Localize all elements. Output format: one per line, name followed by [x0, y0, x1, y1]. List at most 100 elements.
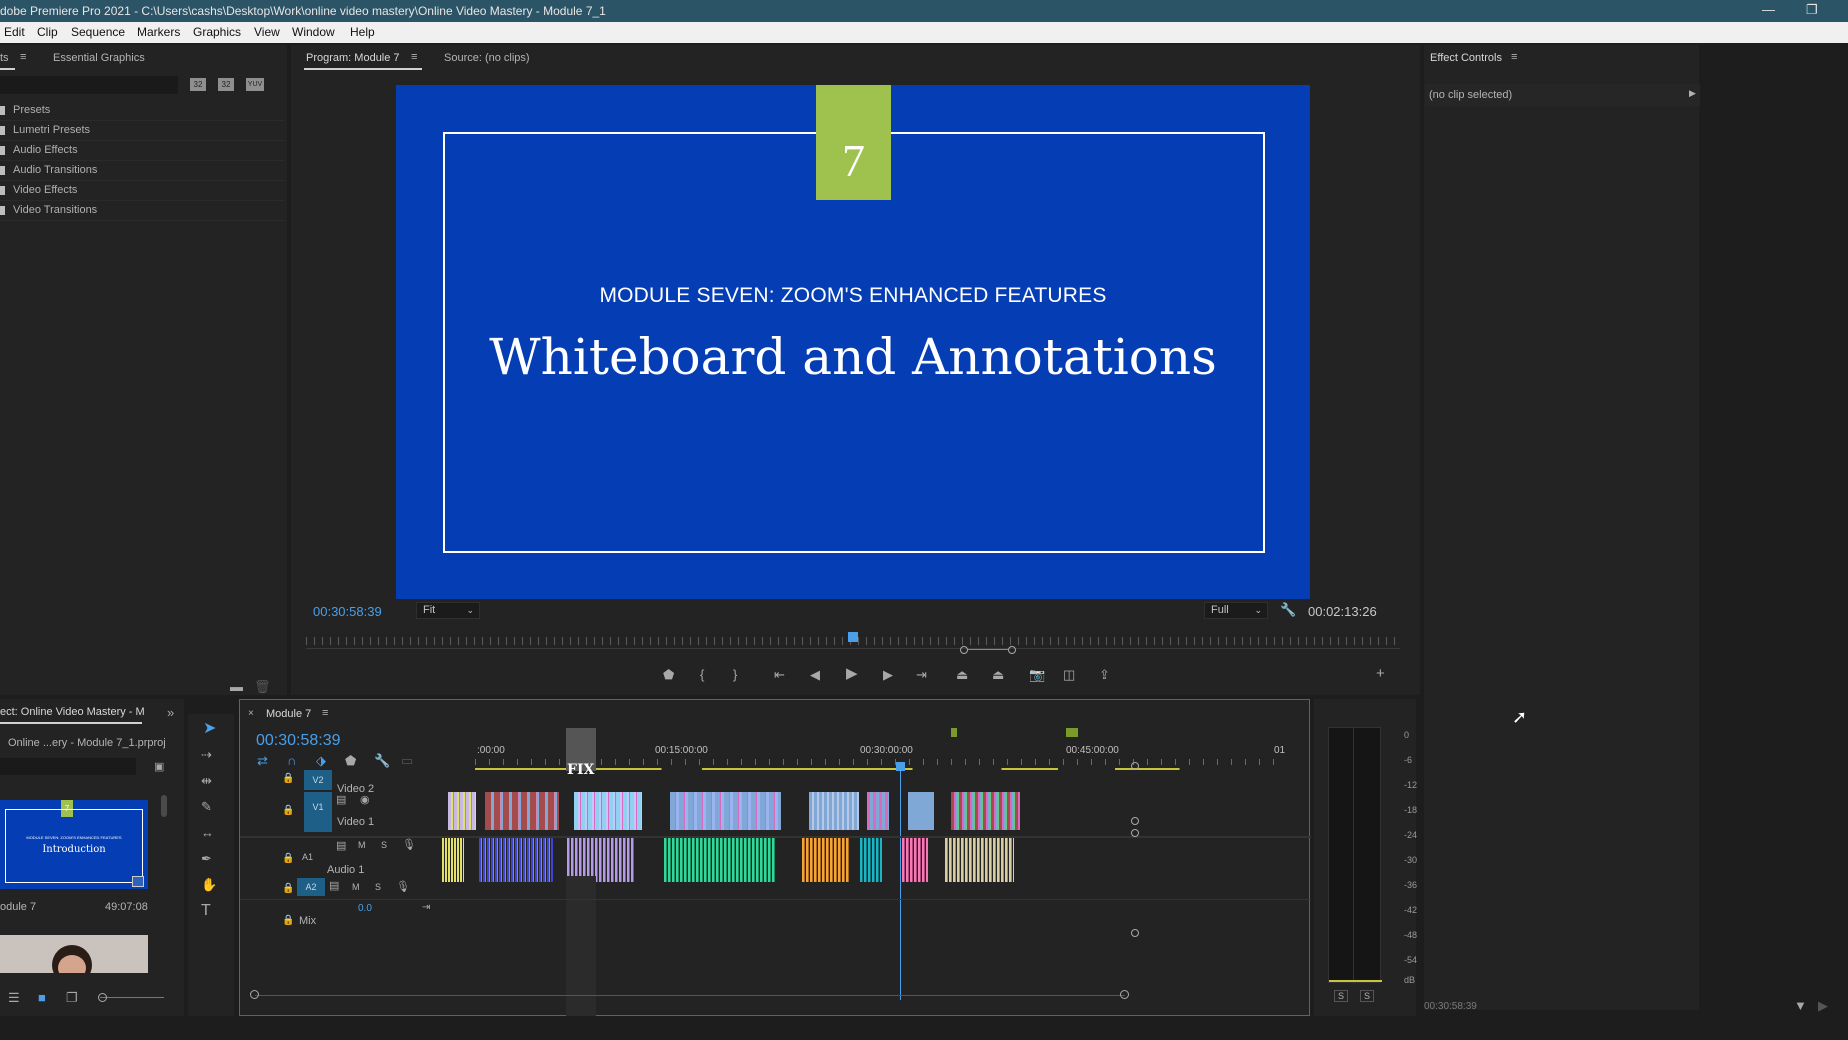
minimize-button[interactable]: — [1762, 2, 1775, 17]
add-marker-icon[interactable]: ⬟ [663, 668, 674, 681]
scroll-handle-left[interactable] [250, 990, 259, 999]
video-clip[interactable] [951, 792, 1020, 830]
menu-help[interactable]: Help [350, 25, 375, 39]
video-clip[interactable] [448, 792, 476, 830]
delete-icon[interactable]: 🗑 [254, 680, 271, 693]
audio-loop-icon[interactable]: ▶ [1818, 999, 1828, 1012]
export-icon[interactable]: ⇪ [1099, 668, 1110, 681]
v-scroll-handle[interactable] [1131, 817, 1139, 825]
tab-essential-graphics[interactable]: Essential Graphics [53, 52, 145, 64]
solo-button[interactable]: S [381, 840, 387, 850]
go-to-end-icon[interactable]: ⇥ [422, 901, 430, 914]
menu-graphics[interactable]: Graphics [193, 25, 241, 39]
add-button-icon[interactable]: + [1376, 666, 1385, 681]
sequence-marker[interactable] [1066, 728, 1078, 737]
zoom-slider[interactable] [100, 997, 164, 998]
menu-window[interactable]: Window [292, 25, 335, 39]
solo-left-button[interactable]: S [1334, 990, 1349, 1002]
audio-clip[interactable] [664, 837, 775, 882]
microphone-icon[interactable]: 🎙 [396, 881, 410, 894]
microphone-icon[interactable]: 🎙 [402, 839, 416, 852]
tab-source[interactable]: Source: (no clips) [444, 52, 530, 64]
accelerated-filter-icon[interactable]: 32 [190, 78, 206, 91]
audio-clip[interactable] [902, 837, 928, 882]
tab-effects[interactable]: ts [0, 52, 9, 64]
extract-icon[interactable]: ⏏ [992, 668, 1004, 681]
step-forward-icon[interactable]: ▶ [883, 668, 893, 681]
ripple-edit-icon[interactable]: ⇹ [201, 774, 212, 787]
timeline-h-scrollbar[interactable] [255, 995, 1125, 996]
program-frame[interactable]: 7 MODULE SEVEN: ZOOM'S ENHANCED FEATURES… [396, 85, 1310, 599]
timeline-ruler[interactable] [475, 759, 1285, 765]
program-menu-icon[interactable]: ≡ [411, 51, 417, 63]
audio-clip[interactable] [802, 837, 850, 882]
video-clip[interactable] [908, 792, 934, 830]
video-clip[interactable] [485, 792, 559, 830]
track-tag-a1[interactable]: A1 [302, 852, 313, 862]
folder-audio-transitions[interactable]: Audio Transitions [0, 161, 285, 181]
v-scroll-handle[interactable] [1131, 762, 1139, 770]
timeline-timecode[interactable]: 00:30:58:39 [256, 732, 341, 750]
yuv-filter-icon[interactable]: YUV [246, 78, 264, 91]
project-search-input[interactable] [0, 758, 136, 775]
menu-edit[interactable]: Edit [4, 25, 25, 39]
sequence-menu-icon[interactable]: ≡ [322, 707, 328, 719]
linked-selection-icon[interactable]: ⬗ [316, 754, 326, 767]
captions-icon[interactable]: ▭ [401, 754, 413, 767]
thumbnail-introduction[interactable]: 7 MODULE SEVEN: ZOOM'S ENHANCED FEATURES… [0, 800, 148, 889]
tab-project[interactable]: ect: Online Video Mastery - M [0, 706, 145, 718]
mute-button[interactable]: M [352, 882, 360, 892]
solo-button[interactable]: S [375, 882, 381, 892]
icon-view-icon[interactable]: ■ [38, 991, 46, 1004]
thumbnail-webcam[interactable] [0, 935, 148, 973]
tab-sequence[interactable]: Module 7 [266, 708, 311, 720]
timeline-settings-icon[interactable]: 🔧 [374, 754, 390, 767]
triangle-right-icon[interactable]: ▶ [1689, 88, 1696, 99]
comparison-view-icon[interactable]: ◫ [1063, 668, 1075, 681]
track-tag-v1[interactable]: V1 [304, 792, 332, 832]
eye-icon[interactable]: ◉ [360, 794, 370, 807]
export-frame-icon[interactable]: 📷 [1029, 668, 1045, 681]
lock-icon[interactable]: 🔒 [282, 804, 294, 817]
menu-clip[interactable]: Clip [37, 25, 58, 39]
audio-clip[interactable] [479, 837, 553, 882]
zoom-slider-handle[interactable] [98, 993, 107, 1002]
filter-icon[interactable]: ▼ [1794, 999, 1807, 1012]
folder-lumetri-presets[interactable]: Lumetri Presets [0, 121, 285, 141]
list-view-icon[interactable]: ☰ [8, 991, 20, 1004]
go-to-out-icon[interactable]: ⇥ [916, 668, 927, 681]
nest-icon[interactable]: ⇄ [257, 754, 268, 767]
menu-view[interactable]: View [254, 25, 280, 39]
folder-video-transitions[interactable]: Video Transitions [0, 201, 285, 221]
lock-icon[interactable]: 🔒 [282, 882, 294, 895]
close-sequence-icon[interactable]: × [248, 708, 254, 719]
mark-out-icon[interactable]: } [733, 668, 737, 681]
find-icon[interactable]: ▣ [154, 761, 164, 774]
sync-lock-icon[interactable]: ▤ [336, 840, 346, 853]
selection-tool-icon[interactable]: ➤ [203, 721, 216, 737]
fix-clip[interactable]: FIX [567, 762, 595, 778]
video-clip[interactable] [867, 792, 889, 830]
snap-icon[interactable]: ∩ [287, 754, 296, 767]
track-tag-v2[interactable]: V2 [304, 770, 332, 790]
video-clip[interactable] [809, 792, 859, 830]
add-marker-icon[interactable]: ⬟ [345, 754, 356, 767]
effect-controls-menu-icon[interactable]: ≡ [1511, 51, 1517, 63]
menu-markers[interactable]: Markers [137, 25, 180, 39]
go-to-in-icon[interactable]: ⇤ [774, 668, 785, 681]
monitor-playhead[interactable] [848, 632, 858, 642]
freeform-view-icon[interactable]: ❐ [66, 991, 78, 1004]
type-tool-icon[interactable]: T [201, 903, 211, 919]
folder-audio-effects[interactable]: Audio Effects [0, 141, 285, 161]
32bit-filter-icon[interactable]: 32 [218, 78, 234, 91]
audio-clip[interactable] [945, 837, 1014, 882]
track-select-icon[interactable]: ⇢ [201, 748, 212, 761]
effects-search-input[interactable] [0, 76, 178, 94]
hand-tool-icon[interactable]: ✋ [201, 878, 217, 891]
mute-button[interactable]: M [358, 840, 366, 850]
mark-in-icon[interactable]: { [700, 668, 704, 681]
wrench-icon[interactable]: 🔧 [1280, 603, 1296, 616]
v-scroll-handle[interactable] [1131, 929, 1139, 937]
step-back-icon[interactable]: ◀ [810, 668, 820, 681]
fit-dropdown[interactable]: Fit ⌄ [416, 602, 480, 619]
